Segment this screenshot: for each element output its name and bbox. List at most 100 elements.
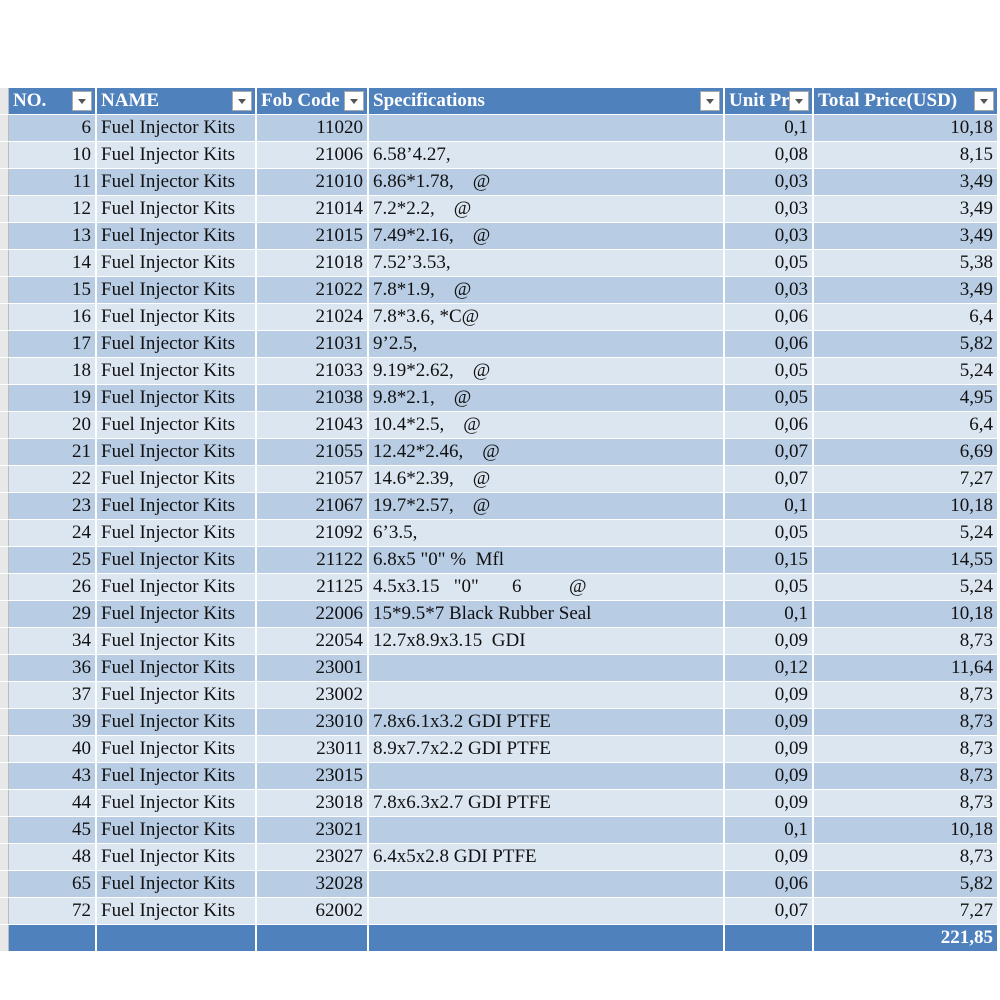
filter-dropdown-icon[interactable]	[974, 91, 994, 111]
cell-total-price[interactable]: 10,18	[814, 601, 999, 627]
cell-specifications[interactable]: 10.4*2.5, @	[369, 412, 725, 438]
cell-total-price[interactable]: 8,73	[814, 844, 999, 870]
cell-no[interactable]: 10	[9, 142, 97, 168]
cell-name[interactable]: Fuel Injector Kits	[97, 115, 257, 141]
cell-no[interactable]: 44	[9, 790, 97, 816]
cell-name[interactable]: Fuel Injector Kits	[97, 466, 257, 492]
cell-name[interactable]: Fuel Injector Kits	[97, 763, 257, 789]
cell-specifications[interactable]: 7.8x6.1x3.2 GDI PTFE	[369, 709, 725, 735]
cell-no[interactable]: 21	[9, 439, 97, 465]
cell-unit-price[interactable]: 0,03	[725, 277, 814, 303]
cell-unit-price[interactable]: 0,05	[725, 385, 814, 411]
cell-unit-price[interactable]: 0,06	[725, 331, 814, 357]
cell-fob-code[interactable]: 21024	[257, 304, 369, 330]
cell-specifications[interactable]: 9.8*2.1, @	[369, 385, 725, 411]
cell-unit-price[interactable]: 0,09	[725, 763, 814, 789]
cell-unit-price[interactable]: 0,09	[725, 736, 814, 762]
cell-no[interactable]: 22	[9, 466, 97, 492]
cell-no[interactable]: 26	[9, 574, 97, 600]
cell-no[interactable]: 12	[9, 196, 97, 222]
cell-fob-code[interactable]: 21006	[257, 142, 369, 168]
cell-name[interactable]: Fuel Injector Kits	[97, 196, 257, 222]
cell-specifications[interactable]	[369, 898, 725, 924]
grand-total-cell[interactable]: 221,85	[814, 925, 999, 951]
filter-dropdown-icon[interactable]	[700, 91, 720, 111]
cell-total-price[interactable]: 5,82	[814, 331, 999, 357]
cell-fob-code[interactable]: 22054	[257, 628, 369, 654]
cell[interactable]	[725, 925, 814, 951]
cell-total-price[interactable]: 8,73	[814, 709, 999, 735]
cell-specifications[interactable]	[369, 817, 725, 843]
cell-specifications[interactable]	[369, 115, 725, 141]
cell-specifications[interactable]: 7.52’3.53,	[369, 250, 725, 276]
cell-name[interactable]: Fuel Injector Kits	[97, 439, 257, 465]
cell[interactable]	[97, 925, 257, 951]
cell-name[interactable]: Fuel Injector Kits	[97, 844, 257, 870]
cell-fob-code[interactable]: 21055	[257, 439, 369, 465]
cell-specifications[interactable]: 6.8x5 "0" % Mfl	[369, 547, 725, 573]
filter-dropdown-icon[interactable]	[232, 91, 252, 111]
cell-no[interactable]: 20	[9, 412, 97, 438]
cell-total-price[interactable]: 8,73	[814, 682, 999, 708]
cell-total-price[interactable]: 3,49	[814, 223, 999, 249]
cell-fob-code[interactable]: 21067	[257, 493, 369, 519]
cell-unit-price[interactable]: 0,08	[725, 142, 814, 168]
cell-name[interactable]: Fuel Injector Kits	[97, 250, 257, 276]
cell-fob-code[interactable]: 23001	[257, 655, 369, 681]
cell-no[interactable]: 34	[9, 628, 97, 654]
cell-specifications[interactable]: 9.19*2.62, @	[369, 358, 725, 384]
cell-fob-code[interactable]: 21125	[257, 574, 369, 600]
cell-name[interactable]: Fuel Injector Kits	[97, 169, 257, 195]
cell-total-price[interactable]: 10,18	[814, 817, 999, 843]
header-no[interactable]: NO.	[9, 88, 97, 114]
cell-name[interactable]: Fuel Injector Kits	[97, 547, 257, 573]
cell-unit-price[interactable]: 0,05	[725, 358, 814, 384]
cell-name[interactable]: Fuel Injector Kits	[97, 304, 257, 330]
cell-fob-code[interactable]: 21038	[257, 385, 369, 411]
cell-no[interactable]: 19	[9, 385, 97, 411]
cell-unit-price[interactable]: 0,09	[725, 844, 814, 870]
cell-no[interactable]: 15	[9, 277, 97, 303]
cell-unit-price[interactable]: 0,05	[725, 520, 814, 546]
cell-specifications[interactable]: 6.58’4.27,	[369, 142, 725, 168]
cell-total-price[interactable]: 8,73	[814, 790, 999, 816]
cell-fob-code[interactable]: 23021	[257, 817, 369, 843]
cell-name[interactable]: Fuel Injector Kits	[97, 223, 257, 249]
cell-unit-price[interactable]: 0,1	[725, 817, 814, 843]
cell-specifications[interactable]: 12.7x8.9x3.15 GDI	[369, 628, 725, 654]
cell-total-price[interactable]: 3,49	[814, 169, 999, 195]
filter-dropdown-icon[interactable]	[72, 91, 92, 111]
cell-specifications[interactable]: 19.7*2.57, @	[369, 493, 725, 519]
cell-name[interactable]: Fuel Injector Kits	[97, 682, 257, 708]
cell-name[interactable]: Fuel Injector Kits	[97, 493, 257, 519]
cell-specifications[interactable]: 7.8*3.6, *C@	[369, 304, 725, 330]
cell-total-price[interactable]: 7,27	[814, 466, 999, 492]
cell-unit-price[interactable]: 0,09	[725, 628, 814, 654]
cell-name[interactable]: Fuel Injector Kits	[97, 898, 257, 924]
cell-specifications[interactable]	[369, 682, 725, 708]
cell-unit-price[interactable]: 0,1	[725, 601, 814, 627]
cell-total-price[interactable]: 3,49	[814, 196, 999, 222]
cell-fob-code[interactable]: 21122	[257, 547, 369, 573]
cell-unit-price[interactable]: 0,06	[725, 412, 814, 438]
cell-name[interactable]: Fuel Injector Kits	[97, 736, 257, 762]
cell-unit-price[interactable]: 0,09	[725, 790, 814, 816]
cell-total-price[interactable]: 8,73	[814, 628, 999, 654]
cell-unit-price[interactable]: 0,09	[725, 709, 814, 735]
cell-total-price[interactable]: 8,15	[814, 142, 999, 168]
cell-name[interactable]: Fuel Injector Kits	[97, 574, 257, 600]
cell-fob-code[interactable]: 21018	[257, 250, 369, 276]
cell-no[interactable]: 16	[9, 304, 97, 330]
cell-name[interactable]: Fuel Injector Kits	[97, 601, 257, 627]
cell-total-price[interactable]: 5,38	[814, 250, 999, 276]
cell-specifications[interactable]	[369, 763, 725, 789]
cell-fob-code[interactable]: 23015	[257, 763, 369, 789]
cell-no[interactable]: 48	[9, 844, 97, 870]
cell-specifications[interactable]: 8.9x7.7x2.2 GDI PTFE	[369, 736, 725, 762]
cell-total-price[interactable]: 8,73	[814, 763, 999, 789]
cell-total-price[interactable]: 7,27	[814, 898, 999, 924]
cell-unit-price[interactable]: 0,12	[725, 655, 814, 681]
cell-total-price[interactable]: 6,4	[814, 412, 999, 438]
cell-fob-code[interactable]: 23018	[257, 790, 369, 816]
cell-no[interactable]: 72	[9, 898, 97, 924]
